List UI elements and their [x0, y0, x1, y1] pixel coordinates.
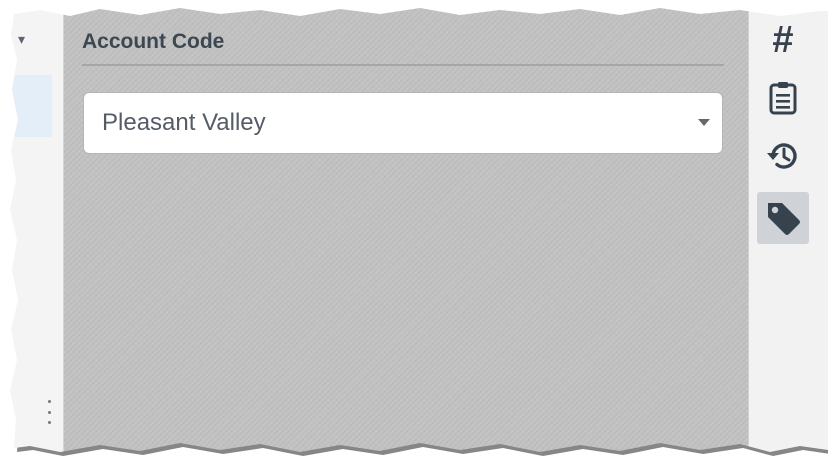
- tag-icon: [764, 199, 802, 237]
- clipboard-list-icon: [768, 81, 798, 115]
- notes-button[interactable]: [757, 72, 809, 124]
- account-code-select[interactable]: Pleasant Valley: [84, 93, 722, 153]
- right-tool-rail: #: [748, 0, 828, 459]
- chevron-down-icon: [698, 119, 710, 126]
- title-divider: [82, 64, 724, 66]
- clipped-screenshot: ▾ Account Code Pleasant Valley #: [0, 0, 828, 459]
- history-icon: [766, 140, 800, 172]
- history-button[interactable]: [757, 130, 809, 182]
- tags-button[interactable]: [757, 192, 809, 244]
- screenshot-frame: ▾ Account Code Pleasant Valley #: [0, 0, 828, 459]
- hash-icon: #: [772, 19, 794, 61]
- hash-button[interactable]: #: [757, 14, 809, 66]
- column-sort-icon[interactable]: ▾: [18, 32, 30, 50]
- account-code-panel: Account Code Pleasant Valley: [64, 0, 748, 459]
- resize-grip-icon[interactable]: [48, 400, 52, 424]
- section-title: Account Code: [82, 30, 225, 53]
- account-code-select-value: Pleasant Valley: [102, 109, 266, 136]
